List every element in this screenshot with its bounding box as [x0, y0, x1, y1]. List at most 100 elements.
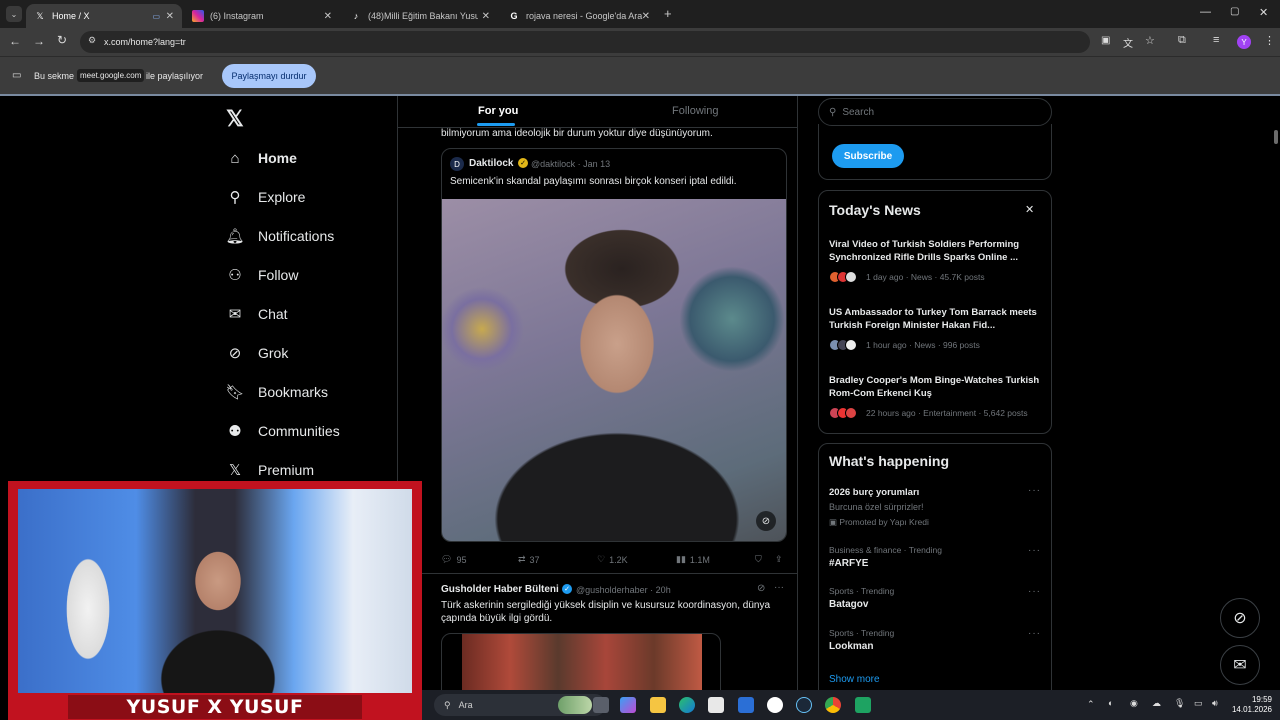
views-action[interactable]: ▮▮ 1.1M: [676, 554, 710, 565]
taskbar-clock[interactable]: 19:59 14.01.2026: [1232, 695, 1272, 715]
app-icon[interactable]: [738, 697, 754, 713]
news-item-title[interactable]: US Ambassador to Turkey Tom Barrack meet…: [829, 306, 1041, 332]
tab-tiktok[interactable]: ♪ (48)Milli Eğitim Bakanı Yusuf Te ✕: [342, 4, 498, 28]
author-name[interactable]: Daktilock: [469, 158, 513, 169]
news-item-title[interactable]: Bradley Cooper's Mom Binge-Watches Turki…: [829, 374, 1041, 400]
new-tab-button[interactable]: +: [664, 6, 672, 21]
nav-item-chat[interactable]: ✉ Chat: [226, 300, 288, 328]
reply-action[interactable]: 💬︎ 95: [441, 554, 466, 565]
maximize-button[interactable]: ▢: [1230, 6, 1239, 17]
messages-fab-button[interactable]: ✉: [1220, 645, 1260, 685]
minimize-button[interactable]: —: [1200, 6, 1211, 18]
scrollbar[interactable]: [1274, 130, 1278, 144]
more-icon[interactable]: ···: [1028, 545, 1041, 556]
nav-item-grok[interactable]: ⊘ Grok: [226, 339, 289, 367]
share-button[interactable]: ⇪: [775, 554, 783, 565]
nav-item-notifications[interactable]: 🔔︎ Notifications: [225, 222, 334, 250]
grok-icon: ⊘: [228, 345, 242, 362]
menu-icon[interactable]: ⋮: [1264, 34, 1275, 47]
repost-action[interactable]: ⇄ 37: [518, 554, 540, 565]
tray-icon[interactable]: ◐: [1108, 698, 1113, 708]
promo-title[interactable]: 2026 burç yorumları: [829, 487, 919, 498]
more-icon[interactable]: ···: [1028, 586, 1041, 597]
grok-fab-button[interactable]: ⊘: [1220, 598, 1260, 638]
back-button[interactable]: ←: [9, 34, 21, 48]
more-icon[interactable]: ···: [1028, 485, 1041, 496]
views-icon: ▮▮: [676, 554, 686, 564]
address-bar[interactable]: ⚙ x.com/home?lang=tr: [80, 31, 1090, 53]
meet-icon[interactable]: [855, 697, 871, 713]
edge-icon[interactable]: [679, 697, 695, 713]
yandex-icon[interactable]: [767, 697, 783, 713]
volume-icon[interactable]: 🔊︎: [1212, 698, 1218, 709]
grok-image-icon[interactable]: ⊘: [756, 511, 776, 531]
x-logo-icon[interactable]: 𝕏: [226, 106, 244, 132]
quoted-tweet[interactable]: D Daktilock ✓ @daktilock · Jan 13 Semice…: [441, 148, 787, 542]
chrome-icon[interactable]: [825, 697, 841, 713]
tray-icon[interactable]: ◉: [1130, 698, 1138, 709]
tray-chevron-icon[interactable]: ⌃: [1087, 699, 1095, 710]
store-icon[interactable]: [708, 697, 724, 713]
bookmark-button[interactable]: ⛉: [755, 554, 762, 565]
reload-button[interactable]: ↻: [57, 33, 67, 47]
heart-icon: ♡: [597, 554, 606, 564]
close-tab-icon[interactable]: ✕: [482, 11, 490, 22]
tweet-video[interactable]: [441, 633, 721, 690]
close-tab-icon[interactable]: ✕: [166, 11, 174, 22]
close-window-button[interactable]: ✕: [1259, 6, 1268, 19]
nav-item-communities[interactable]: ⚉ Communities: [226, 417, 339, 445]
more-icon[interactable]: ···: [774, 582, 784, 593]
nav-item-premium[interactable]: 𝕏 Premium: [226, 456, 314, 484]
grok-icon[interactable]: ⊘: [757, 583, 765, 594]
forward-button[interactable]: →: [33, 34, 45, 48]
steam-icon[interactable]: [796, 697, 812, 713]
microphone-icon[interactable]: 🎙︎: [1174, 698, 1185, 709]
avatar-group: [829, 339, 857, 351]
site-info-icon[interactable]: ⚙: [88, 35, 96, 46]
extensions-icon[interactable]: ⧉: [1178, 34, 1186, 47]
tab-list-chevron-icon[interactable]: ⌄: [6, 6, 22, 22]
media-icon[interactable]: ≡: [1213, 34, 1219, 46]
trend-name[interactable]: Lookman: [829, 641, 873, 652]
subscribe-button[interactable]: Subscribe: [832, 144, 904, 168]
search-input[interactable]: ⚲ Search: [818, 98, 1052, 126]
trend-name[interactable]: #ARFYE: [829, 558, 868, 569]
tab-following[interactable]: Following: [672, 105, 718, 117]
display-icon[interactable]: ▭: [1194, 698, 1203, 709]
trend-category: Business & finance · Trending: [829, 545, 942, 555]
taskbar-search[interactable]: ⚲ Ara: [434, 694, 606, 716]
search-icon: ⚲: [229, 189, 241, 206]
tab-instagram[interactable]: (6) Instagram ✕: [184, 4, 340, 28]
tab-x-home[interactable]: 𝕏 Home / X ▭ ✕: [26, 4, 182, 28]
file-explorer-icon[interactable]: [650, 697, 666, 713]
onedrive-icon[interactable]: ☁: [1152, 698, 1161, 709]
verified-badge-icon: ✓: [518, 158, 528, 168]
bookmark-icon: 🔖︎: [225, 384, 245, 401]
author-name[interactable]: Gusholder Haber Bülteni: [441, 584, 559, 595]
bookmark-star-icon[interactable]: ☆: [1145, 34, 1155, 47]
screen-share-icon[interactable]: ▣: [1101, 35, 1110, 46]
news-item-title[interactable]: Viral Video of Turkish Soldiers Performi…: [829, 238, 1041, 264]
profile-avatar[interactable]: Y: [1237, 35, 1251, 49]
nav-item-bookmarks[interactable]: 🔖︎ Bookmarks: [225, 378, 328, 406]
tweet-photo[interactable]: [442, 199, 786, 541]
trend-name[interactable]: Batagov: [829, 599, 868, 610]
translate-icon[interactable]: 文: [1123, 35, 1133, 50]
show-more-link[interactable]: Show more: [829, 674, 880, 685]
stop-sharing-button[interactable]: Paylaşmayı durdur: [222, 64, 316, 88]
copilot-icon[interactable]: [620, 697, 636, 713]
tab-for-you[interactable]: For you: [476, 105, 518, 126]
task-view-icon[interactable]: [593, 697, 609, 713]
avatar: D: [450, 157, 464, 171]
close-tab-icon[interactable]: ✕: [642, 11, 650, 22]
more-icon[interactable]: ···: [1028, 628, 1041, 639]
close-tab-icon[interactable]: ✕: [324, 11, 332, 22]
close-icon[interactable]: ✕: [1025, 203, 1034, 216]
tab-google-search[interactable]: G rojava neresi - Google'da Ara ✕: [500, 4, 658, 28]
mail-icon: ✉: [228, 306, 242, 323]
nav-item-explore[interactable]: ⚲ Explore: [226, 183, 306, 211]
like-action[interactable]: ♡ 1.2K: [597, 554, 628, 565]
nav-item-follow[interactable]: ⚇ Follow: [226, 261, 298, 289]
nav-item-home[interactable]: ⌂ Home: [226, 144, 296, 172]
bookmark-icon: ⛉: [755, 554, 762, 564]
